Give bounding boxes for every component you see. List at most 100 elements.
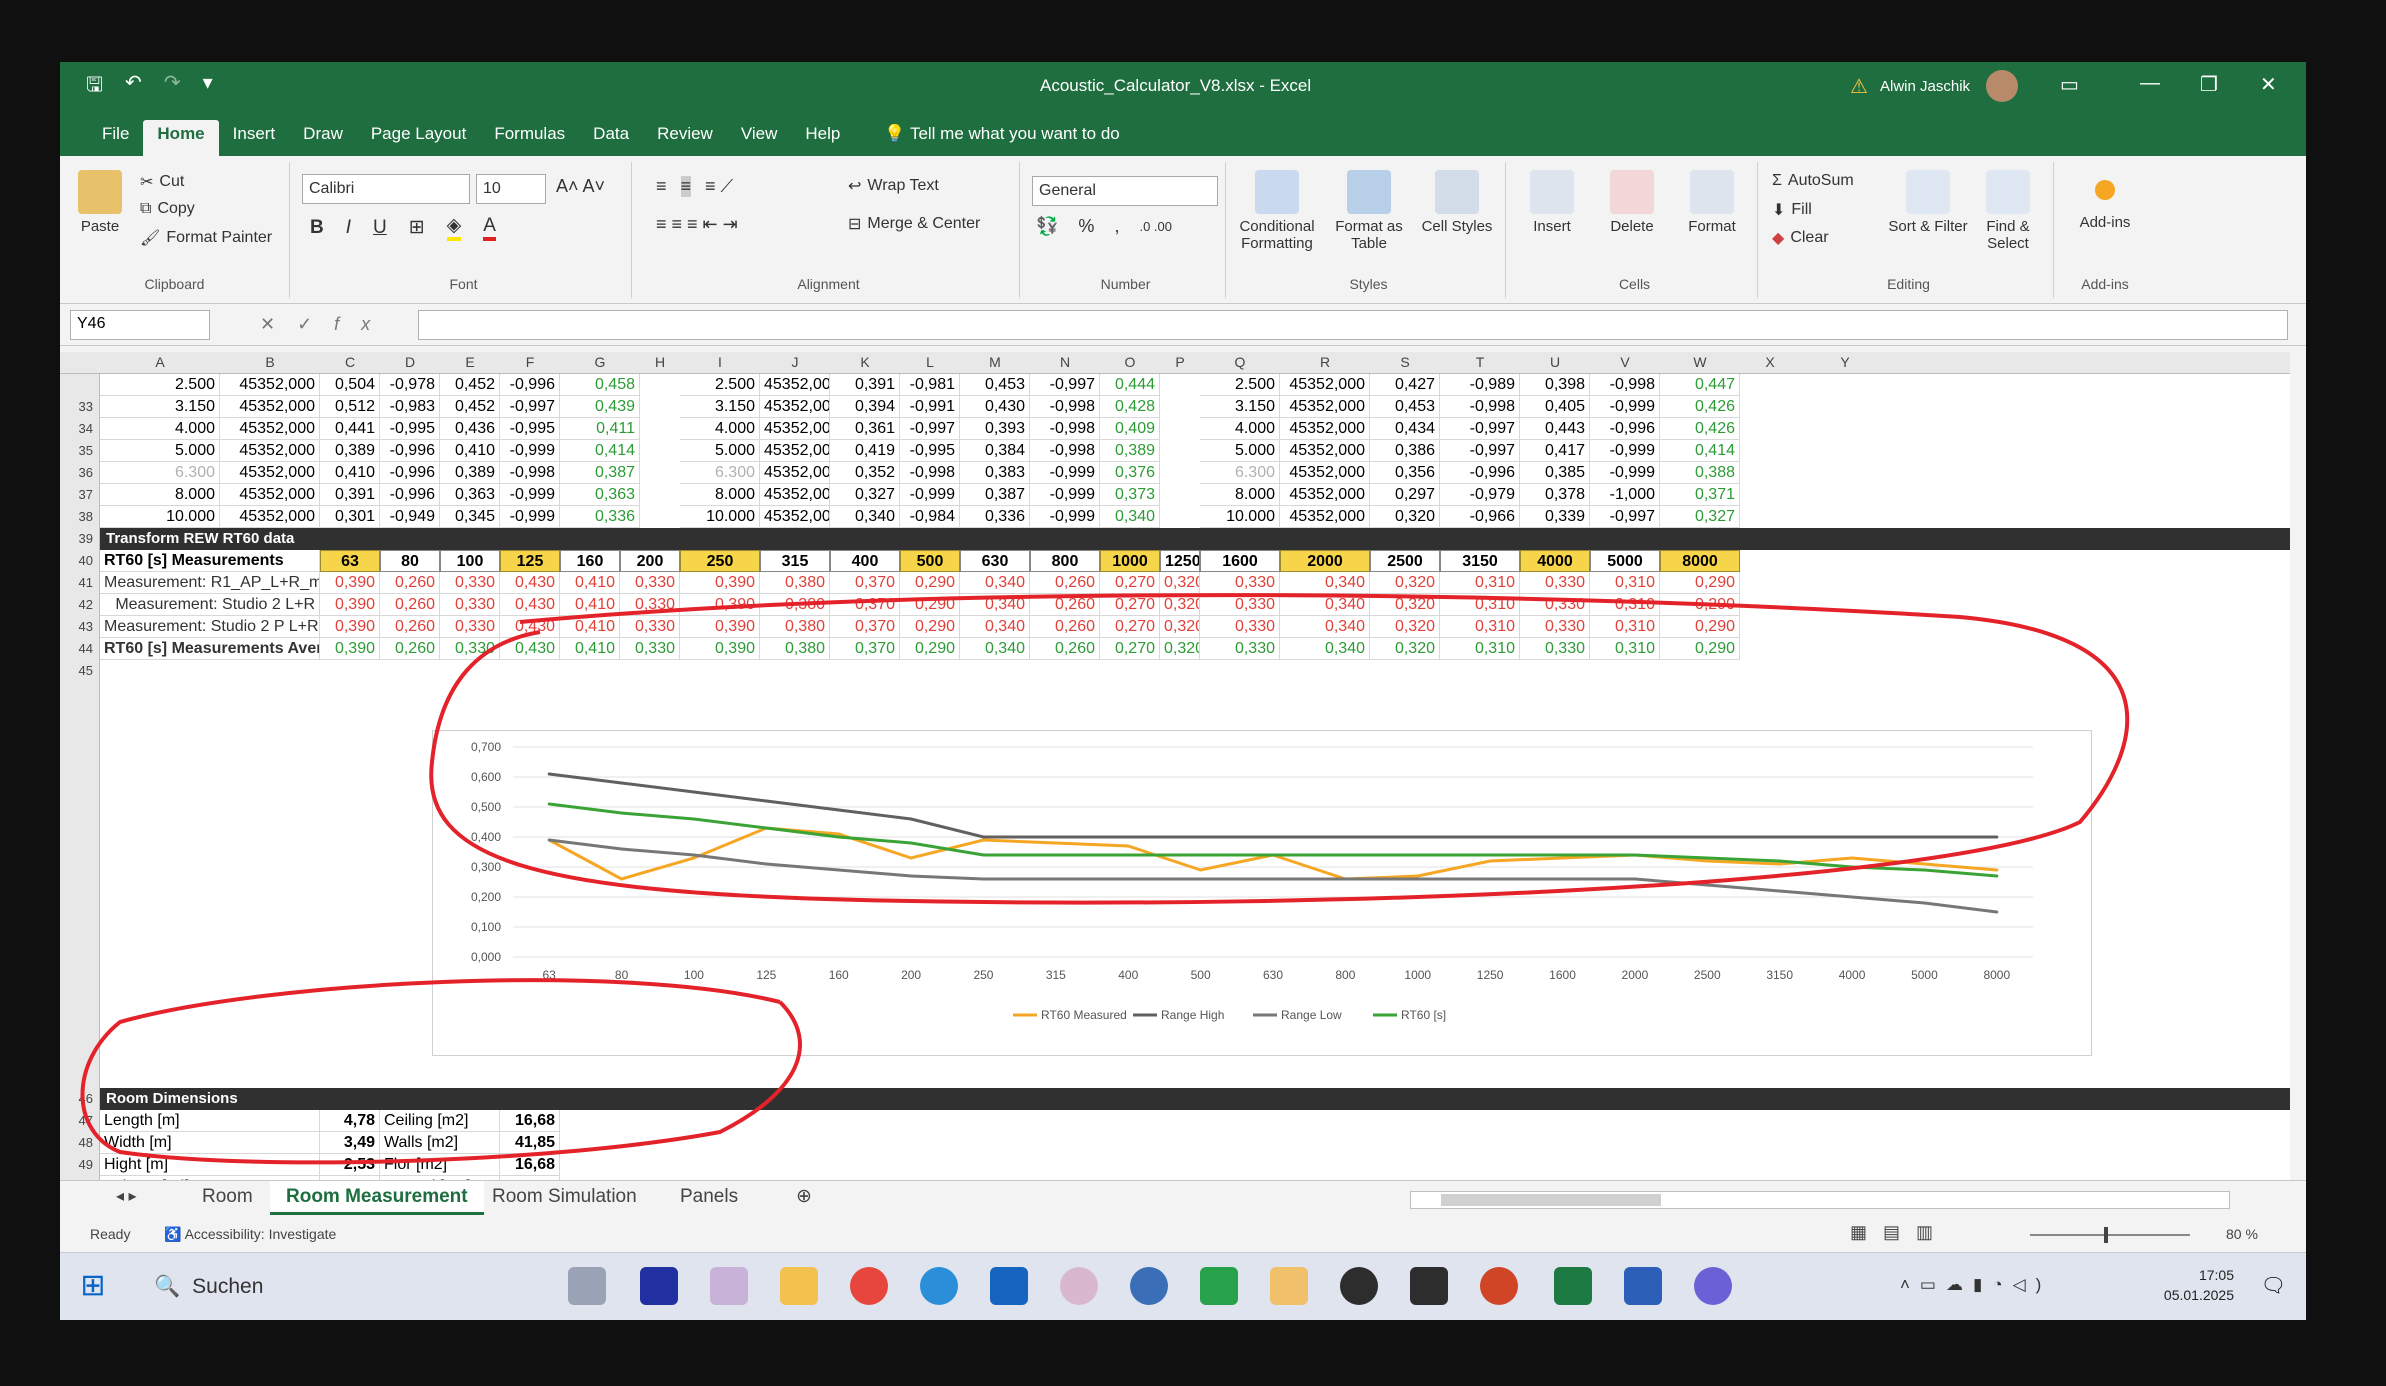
- accessibility-status[interactable]: ♿ Accessibility: Investigate: [164, 1226, 336, 1243]
- cell[interactable]: -0,999: [500, 484, 560, 506]
- freq-header[interactable]: 160: [560, 550, 620, 572]
- rt60-value[interactable]: 0,270: [1100, 638, 1160, 660]
- rt60-value[interactable]: 0,340: [960, 572, 1030, 594]
- rt60-value[interactable]: 0,320: [1160, 594, 1200, 616]
- cell[interactable]: 0,444: [1100, 374, 1160, 396]
- cell[interactable]: 0,383: [960, 462, 1030, 484]
- rt60-chart[interactable]: 0,000 0,100 0,200 0,300 0,400 0,500 0,600 0,700…: [432, 730, 2092, 1056]
- app-icon-4[interactable]: [1694, 1267, 1732, 1305]
- zoom-thumb[interactable]: [2104, 1227, 2108, 1243]
- cell[interactable]: 0,387: [960, 484, 1030, 506]
- cell[interactable]: 45352,000: [220, 440, 320, 462]
- rt60-value[interactable]: 0,290: [900, 594, 960, 616]
- data-point[interactable]: [1488, 853, 1492, 857]
- data-point[interactable]: [1416, 874, 1420, 878]
- rt60-value[interactable]: 0,330: [1200, 638, 1280, 660]
- rt60-value[interactable]: 0,260: [380, 594, 440, 616]
- cell[interactable]: 45352,000: [220, 506, 320, 528]
- cell[interactable]: -0,997: [900, 418, 960, 440]
- cell[interactable]: -0,978: [380, 374, 440, 396]
- cell[interactable]: -0,999: [1030, 462, 1100, 484]
- dimension-value[interactable]: 3,49: [320, 1132, 380, 1154]
- column-header[interactable]: G: [595, 354, 606, 370]
- media-player-icon[interactable]: [1130, 1267, 1168, 1305]
- cell-styles-button[interactable]: Cell Styles: [1412, 170, 1502, 235]
- cell[interactable]: 0,389: [440, 462, 500, 484]
- column-header[interactable]: M: [989, 354, 1001, 370]
- rt60-value[interactable]: 0,310: [1440, 572, 1520, 594]
- data-point[interactable]: [1488, 859, 1492, 863]
- sheet-tab-panels[interactable]: Panels: [664, 1181, 754, 1215]
- data-point[interactable]: [1561, 856, 1565, 860]
- add-sheet-icon[interactable]: ⊕: [780, 1181, 828, 1215]
- data-point[interactable]: [692, 817, 696, 821]
- cell[interactable]: 0,410: [320, 462, 380, 484]
- cell[interactable]: 0,363: [440, 484, 500, 506]
- data-point[interactable]: [1561, 835, 1565, 839]
- cell[interactable]: -1,000: [1590, 484, 1660, 506]
- cell[interactable]: 45352,000: [760, 440, 830, 462]
- data-point[interactable]: [909, 841, 913, 845]
- cell[interactable]: -0,996: [380, 484, 440, 506]
- data-point[interactable]: [1054, 853, 1058, 857]
- data-point[interactable]: [692, 856, 696, 860]
- column-header[interactable]: B: [265, 354, 274, 370]
- rt60-value[interactable]: 0,380: [760, 572, 830, 594]
- rt60-value[interactable]: 0,290: [1660, 572, 1740, 594]
- formula-input[interactable]: [418, 310, 2288, 340]
- cell[interactable]: 0,411: [560, 418, 640, 440]
- rt60-value[interactable]: 0,270: [1100, 594, 1160, 616]
- cell[interactable]: -0,996: [1590, 418, 1660, 440]
- cell[interactable]: 2.500: [100, 374, 220, 396]
- rt60-value[interactable]: 0,430: [500, 572, 560, 594]
- cell[interactable]: 0,371: [1660, 484, 1740, 506]
- cell[interactable]: 0,378: [1520, 484, 1590, 506]
- row-header[interactable]: 49: [79, 1157, 93, 1172]
- warning-icon[interactable]: ⚠: [1850, 74, 1868, 99]
- rt60-value[interactable]: 0,430: [500, 594, 560, 616]
- column-header[interactable]: H: [655, 354, 665, 370]
- tab-insert[interactable]: Insert: [219, 120, 290, 156]
- data-point[interactable]: [837, 868, 841, 872]
- rt60-value[interactable]: 0,430: [500, 638, 560, 660]
- bold-button[interactable]: B: [310, 217, 324, 239]
- cell[interactable]: -0,996: [1440, 462, 1520, 484]
- cell[interactable]: 8.000: [680, 484, 760, 506]
- row-header[interactable]: 34: [79, 421, 93, 436]
- excel-icon[interactable]: [1554, 1267, 1592, 1305]
- data-point[interactable]: [1271, 877, 1275, 881]
- file-explorer-icon[interactable]: [780, 1267, 818, 1305]
- cell[interactable]: 4.000: [1200, 418, 1280, 440]
- cell[interactable]: 45352,000: [1280, 506, 1370, 528]
- cell[interactable]: 3.150: [680, 396, 760, 418]
- format-cells-button[interactable]: Format: [1672, 170, 1752, 235]
- cell[interactable]: -0,999: [1030, 506, 1100, 528]
- worksheet-grid[interactable]: A B C D E F G H I J K L M N O P Q R S T U V W X Y 33 34 35 36 37 38 39…: [60, 352, 2290, 1182]
- data-point[interactable]: [909, 874, 913, 878]
- cell[interactable]: 0,419: [830, 440, 900, 462]
- row-header[interactable]: 37: [79, 487, 93, 502]
- cell[interactable]: -0,997: [500, 396, 560, 418]
- cell[interactable]: 0,405: [1520, 396, 1590, 418]
- cell[interactable]: 5.000: [680, 440, 760, 462]
- freq-header[interactable]: 4000: [1520, 550, 1590, 572]
- data-point[interactable]: [1054, 835, 1058, 839]
- rt60-value[interactable]: 0,330: [440, 638, 500, 660]
- row-label[interactable]: Measurement: R1_AP_L+R_mit_A: [100, 572, 320, 594]
- font-size-select[interactable]: 10: [476, 174, 546, 204]
- freq-header[interactable]: 125: [500, 550, 560, 572]
- rt60-value[interactable]: 0,260: [380, 616, 440, 638]
- freq-header[interactable]: 5000: [1590, 550, 1660, 572]
- data-point[interactable]: [1343, 835, 1347, 839]
- rt60-value[interactable]: 0,290: [1660, 616, 1740, 638]
- currency-icon[interactable]: 💱: [1036, 216, 1058, 237]
- rt60-value[interactable]: 0,390: [320, 594, 380, 616]
- data-point[interactable]: [1922, 868, 1926, 872]
- cell[interactable]: 45352,000: [1280, 396, 1370, 418]
- cell[interactable]: 3.150: [1200, 396, 1280, 418]
- insert-cells-button[interactable]: Insert: [1512, 170, 1592, 235]
- column-header[interactable]: I: [718, 354, 722, 370]
- data-point[interactable]: [1633, 835, 1637, 839]
- cell[interactable]: 45352,000: [760, 462, 830, 484]
- row-header[interactable]: 38: [79, 509, 93, 524]
